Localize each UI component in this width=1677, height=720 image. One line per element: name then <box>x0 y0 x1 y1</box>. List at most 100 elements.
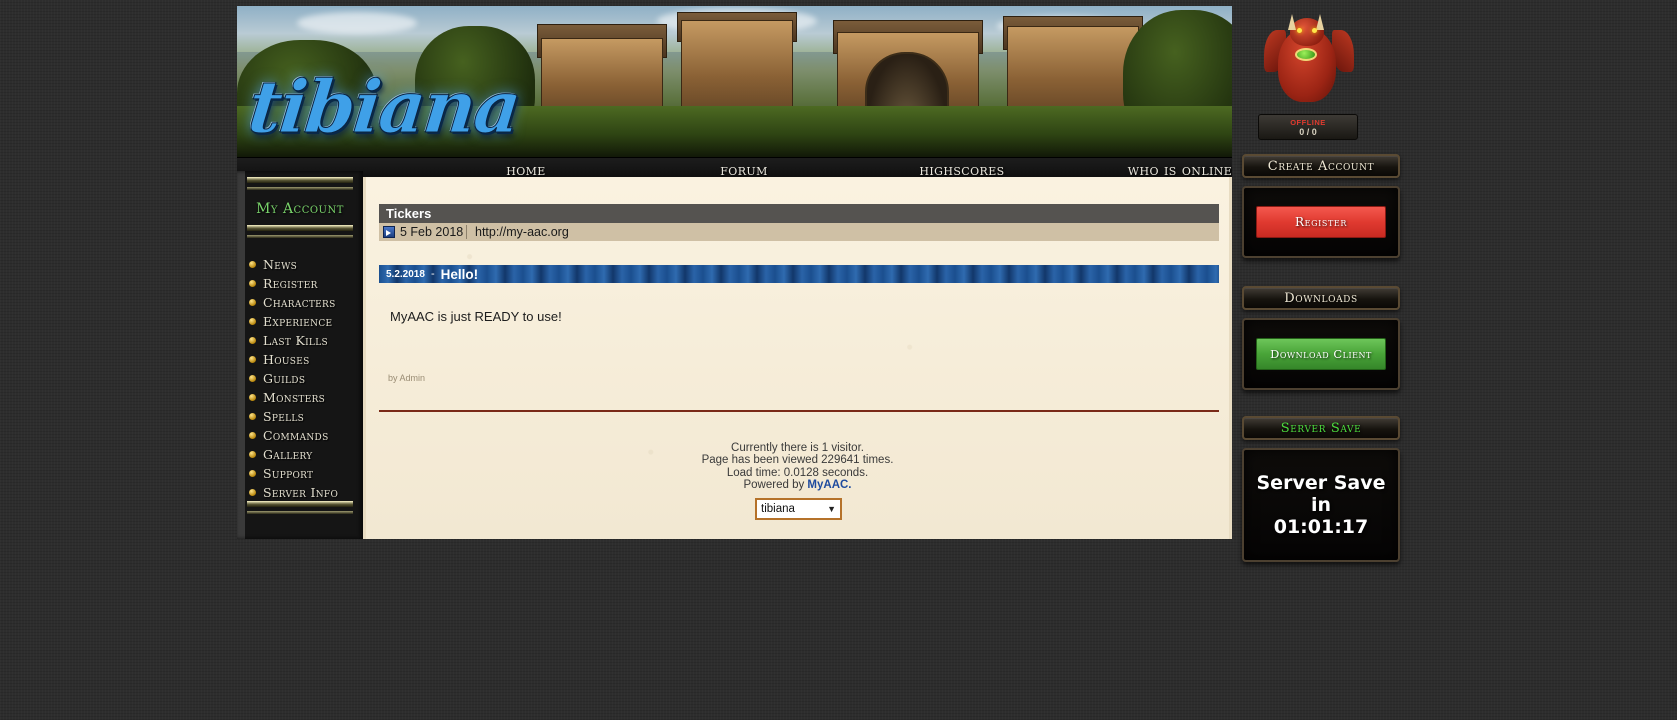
sidebar-item-last-kills[interactable]: Last Kills <box>249 331 361 350</box>
demon-mascot-icon <box>1264 12 1354 117</box>
sidebar-item-label: Last Kills <box>263 333 328 348</box>
page-root: tibiana home forum highscores who is onl… <box>0 0 1677 720</box>
ticker-url[interactable]: http://my-aac.org <box>466 225 569 239</box>
sidebar-item-guilds[interactable]: Guilds <box>249 369 361 388</box>
downloads-title: Downloads <box>1242 286 1400 310</box>
bullet-icon <box>249 318 256 325</box>
bullet-icon <box>249 356 256 363</box>
divider <box>247 177 353 183</box>
sidebar-item-label: Guilds <box>263 371 306 386</box>
divider <box>247 511 353 514</box>
bullet-icon <box>249 337 256 344</box>
page-views: Page has been viewed 229641 times. <box>701 454 894 467</box>
ticker-date: 5 Feb 2018 <box>400 225 464 239</box>
bullet-icon <box>249 413 256 420</box>
server-status-plate: OFFLINE 0 / 0 <box>1258 114 1358 140</box>
sidebar-item-my-account[interactable]: My Account <box>237 201 363 217</box>
create-account-panel: Register <box>1242 186 1400 258</box>
ticker-arrow-icon <box>383 226 395 238</box>
sidebar-item-label: Experience <box>263 314 333 329</box>
powered-by: Powered by MyAAC. <box>366 479 1229 493</box>
visitor-count: Currently there is 1 visitor. <box>731 441 864 454</box>
right-sidebar: OFFLINE 0 / 0 Create Account Register Do… <box>1236 6 1406 571</box>
bullet-icon <box>249 261 256 268</box>
site-banner: tibiana <box>237 6 1232 158</box>
bullet-icon <box>249 299 256 306</box>
sidebar-menu: News Register Characters Experience Last… <box>249 255 361 502</box>
powered-by-prefix: Powered by <box>743 479 808 492</box>
sidebar-item-label: Houses <box>263 352 310 367</box>
sidebar-item-gallery[interactable]: Gallery <box>249 445 361 464</box>
divider <box>379 410 1219 412</box>
sidebar-item-register[interactable]: Register <box>249 274 361 293</box>
news-title: Hello! <box>440 266 479 282</box>
server-save-line2: in <box>1310 494 1332 516</box>
demon-amulet <box>1295 48 1317 61</box>
server-select[interactable]: tibiana ▼ <box>755 498 842 520</box>
bullet-icon <box>249 432 256 439</box>
sidebar-item-commands[interactable]: Commands <box>249 426 361 445</box>
sidebar-item-label: Commands <box>263 428 329 443</box>
bullet-icon <box>249 489 256 496</box>
sidebar-item-label: Characters <box>263 295 336 310</box>
server-save-panel: Server Save in 01:01:17 <box>1242 448 1400 562</box>
sidebar-item-support[interactable]: Support <box>249 464 361 483</box>
bullet-icon <box>249 394 256 401</box>
news-dash: - <box>430 268 435 280</box>
bullet-icon <box>249 451 256 458</box>
main-content: Tickers 5 Feb 2018 http://my-aac.org 5.2… <box>363 177 1232 539</box>
sidebar-item-label: Gallery <box>263 447 313 462</box>
demon-eye <box>1297 28 1302 33</box>
register-button[interactable]: Register <box>1256 206 1386 238</box>
downloads-panel: Download Client <box>1242 318 1400 390</box>
server-save-countdown: Server Save in 01:01:17 <box>1257 472 1386 538</box>
create-account-title-label: Create Account <box>1267 158 1375 174</box>
sidebar-item-monsters[interactable]: Monsters <box>249 388 361 407</box>
sidebar-item-characters[interactable]: Characters <box>249 293 361 312</box>
sidebar-item-news[interactable]: News <box>249 255 361 274</box>
bullet-icon <box>249 470 256 477</box>
sidebar-item-label: Register <box>263 276 318 291</box>
status-badge: OFFLINE <box>1290 117 1326 127</box>
bullet-icon <box>249 375 256 382</box>
news-author: by Admin <box>388 373 426 383</box>
player-count: 0 / 0 <box>1299 126 1317 137</box>
server-save-line1: Server Save <box>1256 472 1386 494</box>
server-select-value: tibiana <box>761 503 795 515</box>
sidebar-item-label: News <box>263 257 298 272</box>
create-account-title: Create Account <box>1242 154 1400 178</box>
sidebar-item-server-info[interactable]: Server Info <box>249 483 361 502</box>
divider <box>247 501 353 507</box>
server-save-time: 01:01:17 <box>1273 516 1369 538</box>
sidebar-item-houses[interactable]: Houses <box>249 350 361 369</box>
downloads-title-label: Downloads <box>1284 290 1358 306</box>
download-client-button[interactable]: Download Client <box>1256 338 1386 370</box>
news-header: 5.2.2018 - Hello! <box>379 265 1219 283</box>
divider <box>247 225 353 231</box>
news-body: MyAAC is just READY to use! <box>390 309 562 324</box>
divider <box>247 235 353 238</box>
site-logo[interactable]: tibiana <box>244 64 524 150</box>
bullet-icon <box>249 280 256 287</box>
divider <box>247 187 353 190</box>
news-date: 5.2.2018 <box>386 268 425 280</box>
sidebar-item-experience[interactable]: Experience <box>249 312 361 331</box>
demon-horn <box>1288 14 1296 30</box>
sidebar-item-label: Support <box>263 466 314 481</box>
server-save-title: Server Save <box>1242 416 1400 440</box>
demon-eye <box>1312 28 1317 33</box>
load-time: Load time: 0.0128 seconds. <box>726 466 869 479</box>
server-save-title-label: Server Save <box>1280 420 1362 436</box>
sidebar-item-spells[interactable]: Spells <box>249 407 361 426</box>
myaac-link[interactable]: MyAAC. <box>807 479 851 491</box>
cloud-icon <box>297 12 417 34</box>
ticker-row[interactable]: 5 Feb 2018 http://my-aac.org <box>379 223 1219 241</box>
sidebar-item-label: Spells <box>263 409 305 424</box>
tickers-header: Tickers <box>379 204 1219 223</box>
footer-stats: Currently there is 1 visitor. Page has b… <box>366 442 1229 492</box>
demon-horn <box>1316 14 1324 30</box>
left-sidebar: My Account News Register Characters Expe… <box>237 171 363 539</box>
chevron-down-icon: ▼ <box>827 504 836 514</box>
sidebar-item-label: Server Info <box>263 485 339 500</box>
sidebar-item-label: Monsters <box>263 390 326 405</box>
